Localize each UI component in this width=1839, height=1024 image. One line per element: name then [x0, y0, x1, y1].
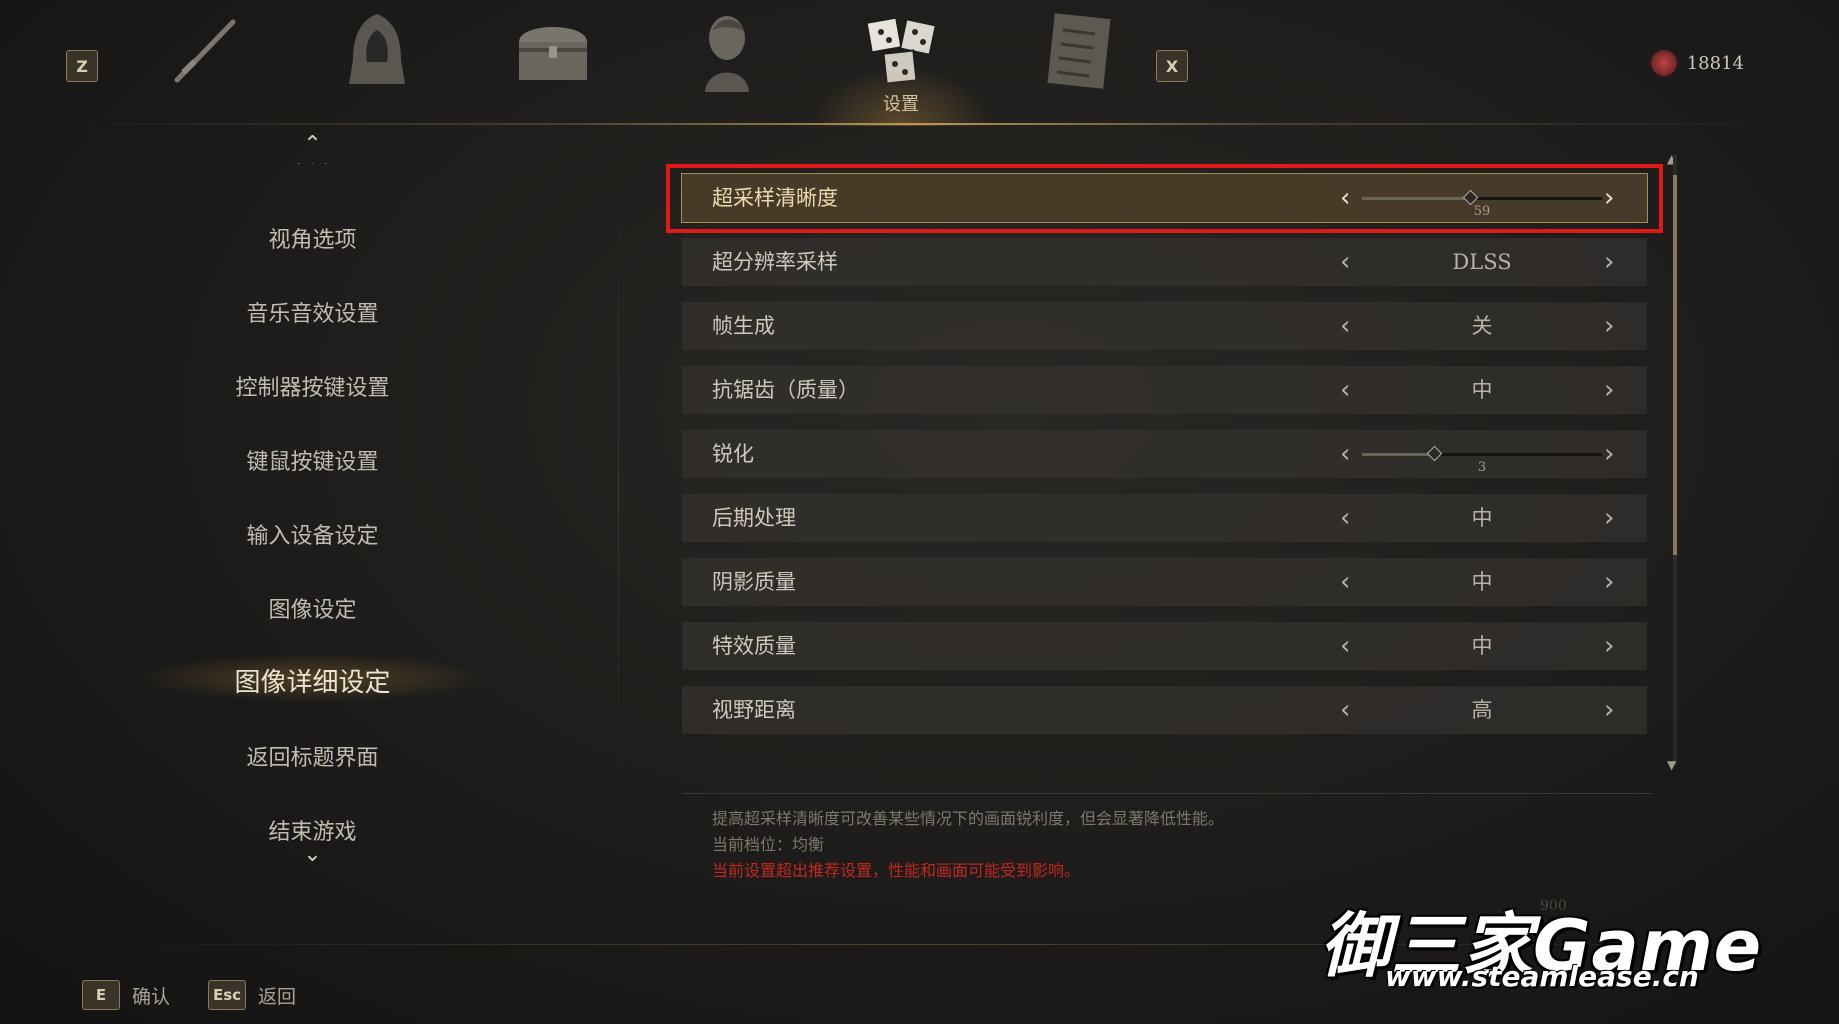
settings-category-menu: ⌃ · · · 视角选项 音乐音效设置 控制器按键设置 键鼠按键设置 输入设备设… — [120, 130, 505, 880]
confirm-hint[interactable]: E 确认 — [82, 980, 170, 1010]
description-text: 提高超采样清晰度可改善某些情况下的画面锐利度，但会显著降低性能。 — [712, 809, 1225, 828]
setting-description: 提高超采样清晰度可改善某些情况下的画面锐利度，但会显著降低性能。 当前档位：均衡… — [712, 806, 1224, 884]
setting-name: 后期处理 — [712, 506, 796, 530]
menu-item-camera[interactable]: 视角选项 — [140, 222, 485, 254]
currency-display: 18814 — [1650, 50, 1744, 76]
decrease-arrow-icon[interactable]: ‹ — [1340, 686, 1350, 734]
increase-arrow-icon[interactable]: › — [1604, 430, 1614, 478]
sword-icon — [174, 19, 236, 83]
setting-row[interactable]: 超分辨率采样 ‹ DLSS › — [682, 238, 1647, 286]
setting-name: 超分辨率采样 — [712, 250, 838, 274]
back-label: 返回 — [258, 985, 297, 1008]
slider-fill — [1362, 453, 1434, 456]
confirm-label: 确认 — [132, 985, 171, 1008]
increase-arrow-icon[interactable]: › — [1604, 494, 1614, 542]
next-tab-key-label: X — [1165, 56, 1179, 76]
hood-armor-icon — [349, 14, 405, 84]
setting-name: 阴影质量 — [712, 570, 796, 594]
site-watermark: 御三家Game www.steamlease.cn — [1320, 890, 1800, 1000]
list-scroll-down-icon[interactable]: ▼ — [1667, 758, 1676, 772]
setting-row[interactable]: 阴影质量 ‹ 中 › — [682, 558, 1647, 606]
tab-weapon[interactable] — [155, 8, 255, 118]
increase-arrow-icon[interactable]: › — [1604, 558, 1614, 606]
menu-item-title-screen[interactable]: 返回标题界面 — [140, 740, 485, 772]
setting-row[interactable]: 抗锯齿（质量） ‹ 中 › — [682, 366, 1647, 414]
setting-name: 帧生成 — [712, 314, 775, 338]
decrease-arrow-icon[interactable]: ‹ — [1340, 430, 1350, 478]
back-hint[interactable]: Esc 返回 — [208, 980, 296, 1010]
character-portrait-icon — [705, 16, 749, 92]
slider-value: 3 — [1477, 460, 1487, 475]
setting-name: 抗锯齿（质量） — [712, 378, 859, 402]
tab-settings[interactable]: 设置 — [811, 8, 991, 126]
decrease-arrow-icon[interactable]: ‹ — [1340, 238, 1350, 286]
setting-row[interactable]: 特效质量 ‹ 中 › — [682, 622, 1647, 670]
setting-row[interactable]: 后期处理 ‹ 中 › — [682, 494, 1647, 542]
setting-value: 中 — [1471, 378, 1493, 402]
tab-armor[interactable] — [327, 8, 427, 118]
prev-tab-key-label: Z — [76, 56, 88, 76]
setting-value: 中 — [1471, 506, 1493, 530]
setting-name: 特效质量 — [712, 634, 796, 658]
decrease-arrow-icon[interactable]: ‹ — [1340, 366, 1350, 414]
confirm-key: E — [82, 980, 120, 1010]
tab-settings-label: 设置 — [883, 94, 919, 115]
setting-name: 锐化 — [712, 442, 754, 466]
decrease-arrow-icon[interactable]: ‹ — [1340, 622, 1350, 670]
increase-arrow-icon[interactable]: › — [1604, 622, 1614, 670]
menu-item-controller[interactable]: 控制器按键设置 — [140, 370, 485, 402]
setting-value: 关 — [1471, 314, 1493, 338]
scrollbar-thumb[interactable] — [1673, 175, 1677, 555]
chest-icon — [519, 27, 587, 80]
increase-arrow-icon[interactable]: › — [1604, 366, 1614, 414]
slider-thumb[interactable] — [1426, 445, 1443, 462]
decrease-arrow-icon[interactable]: ‹ — [1340, 558, 1350, 606]
tab-character[interactable] — [677, 8, 777, 118]
currency-amount: 18814 — [1686, 52, 1744, 74]
setting-value: 中 — [1471, 570, 1493, 594]
menu-item-audio[interactable]: 音乐音效设置 — [140, 296, 485, 328]
setting-row[interactable]: 视野距离 ‹ 高 › — [682, 686, 1647, 734]
panel-divider — [618, 150, 619, 830]
menu-item-input-device[interactable]: 输入设备设定 — [140, 518, 485, 550]
menu-item-graphics-detail[interactable]: 图像详细设定 — [120, 652, 505, 704]
tab-inventory[interactable] — [503, 8, 603, 118]
increase-arrow-icon[interactable]: › — [1604, 302, 1614, 350]
tab-map[interactable] — [1029, 8, 1129, 118]
setting-value: 中 — [1471, 634, 1493, 658]
watermark-url: www.steamlease.cn — [1385, 960, 1699, 993]
selection-highlight-box — [666, 164, 1663, 233]
scroll-map-icon — [1047, 13, 1111, 89]
decrease-arrow-icon[interactable]: ‹ — [1340, 494, 1350, 542]
settings-dice-icon — [865, 16, 937, 85]
increase-arrow-icon[interactable]: › — [1604, 238, 1614, 286]
setting-value: 高 — [1471, 698, 1493, 722]
top-navigation: Z 设置 X 18814 — [0, 0, 1839, 126]
top-divider — [60, 123, 1780, 125]
next-tab-key[interactable]: X — [1156, 50, 1188, 82]
back-key: Esc — [208, 980, 246, 1010]
decrease-arrow-icon[interactable]: ‹ — [1340, 302, 1350, 350]
description-divider — [682, 793, 1652, 794]
scroll-down-arrow-icon[interactable]: ⌄ — [303, 842, 321, 867]
setting-value: DLSS — [1452, 250, 1512, 274]
settings-scrollbar[interactable] — [1673, 155, 1677, 765]
prev-tab-key[interactable]: Z — [66, 50, 98, 82]
menu-item-graphics[interactable]: 图像设定 — [140, 592, 485, 624]
setting-name: 视野距离 — [712, 698, 796, 722]
setting-row[interactable]: 锐化 ‹ 3 › — [682, 430, 1647, 478]
menu-item-cutoff: · · · — [140, 150, 485, 164]
setting-row[interactable]: 帧生成 ‹ 关 › — [682, 302, 1647, 350]
current-level-text: 当前档位：均衡 — [712, 835, 825, 854]
increase-arrow-icon[interactable]: › — [1604, 686, 1614, 734]
warning-text: 当前设置超出推荐设置，性能和画面可能受到影响。 — [712, 861, 1081, 880]
currency-icon — [1650, 50, 1677, 76]
menu-item-keyboard[interactable]: 键鼠按键设置 — [140, 444, 485, 476]
slider-track[interactable] — [1362, 445, 1602, 462]
